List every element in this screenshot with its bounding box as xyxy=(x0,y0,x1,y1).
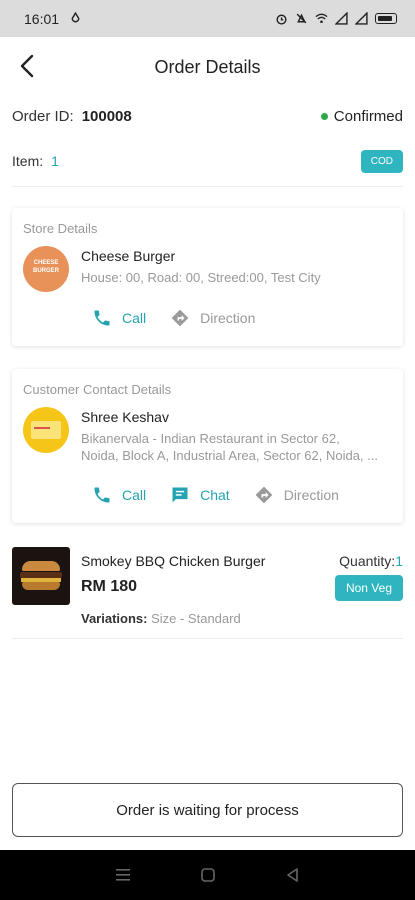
store-direction-button[interactable]: Direction xyxy=(170,308,255,328)
back-arrow-icon xyxy=(20,54,34,78)
store-name: Cheese Burger xyxy=(81,248,176,264)
store-logo: CHEESE BURGER xyxy=(23,246,69,292)
product-image xyxy=(12,547,70,605)
store-address: House: 00, Road: 00, Streed:00, Test Cit… xyxy=(81,270,321,285)
page-title: Order Details xyxy=(154,56,261,77)
customer-chat-label: Chat xyxy=(200,487,230,503)
customer-chat-button[interactable]: Chat xyxy=(170,485,230,505)
home-icon[interactable] xyxy=(200,867,216,883)
non-veg-badge: Non Veg xyxy=(334,575,403,601)
system-nav-bar xyxy=(0,850,415,900)
customer-call-button[interactable]: Call xyxy=(92,485,146,505)
store-call-label: Call xyxy=(122,310,147,326)
alarm-icon xyxy=(276,14,287,25)
store-logo-text-bottom: BURGER xyxy=(32,268,59,274)
phone-icon xyxy=(94,310,110,326)
customer-call-label: Call xyxy=(122,487,147,503)
recent-apps-icon[interactable] xyxy=(114,867,132,883)
store-details-card: Store Details CHEESE BURGER Cheese Burge… xyxy=(12,208,403,346)
status-time: 16:01 xyxy=(24,10,60,27)
divider xyxy=(12,186,403,187)
order-status-button[interactable]: Order is waiting for process xyxy=(12,783,403,837)
back-button[interactable] xyxy=(12,51,42,81)
product-quantity: Quantity:1 xyxy=(339,553,403,569)
customer-section-title: Customer Contact Details xyxy=(23,382,172,397)
product-variations: Variations: Size - Standard xyxy=(81,611,241,626)
store-call-button[interactable]: Call xyxy=(92,308,146,328)
variations-label: Variations: xyxy=(81,611,148,626)
direction-icon xyxy=(255,486,273,504)
divider xyxy=(12,638,403,639)
quantity-value: 1 xyxy=(395,553,403,569)
customer-direction-button[interactable]: Direction xyxy=(254,485,339,505)
signal-1-icon xyxy=(335,12,348,25)
order-status-button-label: Order is waiting for process xyxy=(116,801,299,819)
customer-address: Bikanervala - Indian Restaurant in Secto… xyxy=(81,430,391,464)
product-item: Smokey BBQ Chicken Burger RM 180 Quantit… xyxy=(12,545,403,637)
customer-contact-card: Customer Contact Details Shree Keshav Bi… xyxy=(12,369,403,523)
product-name: Smokey BBQ Chicken Burger xyxy=(81,553,266,569)
order-status-text: Confirmed xyxy=(333,107,403,125)
quantity-label: Quantity: xyxy=(339,553,396,569)
variations-value: Size - Standard xyxy=(151,611,241,626)
store-logo-text-top: CHEESE xyxy=(33,260,59,266)
item-label: Item: xyxy=(12,153,44,169)
order-status: Confirmed xyxy=(320,107,403,125)
customer-direction-label: Direction xyxy=(283,487,339,503)
customer-address-line1: Bikanervala - Indian Restaurant in Secto… xyxy=(81,431,340,446)
back-nav-icon[interactable] xyxy=(285,867,301,883)
item-row: Item: 1 COD xyxy=(12,148,403,174)
mute-icon xyxy=(296,13,307,24)
customer-address-line2: Noida, Block A, Industrial Area, Sector … xyxy=(81,448,378,463)
order-id-value: 100008 xyxy=(81,107,132,125)
sync-icon xyxy=(71,12,80,23)
direction-icon xyxy=(171,309,189,327)
battery-icon xyxy=(375,13,397,24)
order-id-label: Order ID: xyxy=(12,107,74,125)
status-dot-icon xyxy=(320,112,328,120)
store-section-title: Store Details xyxy=(23,221,98,236)
signal-2-icon xyxy=(355,12,368,25)
product-price: RM 180 xyxy=(81,578,138,595)
store-direction-label: Direction xyxy=(200,310,256,326)
item-count: 1 xyxy=(51,153,59,169)
customer-avatar xyxy=(23,407,69,453)
app-bar: Order Details xyxy=(0,37,415,97)
payment-method-badge: COD xyxy=(360,149,403,173)
wifi-icon xyxy=(315,13,328,24)
chat-icon xyxy=(172,487,188,503)
phone-icon xyxy=(94,487,110,503)
customer-actions: Call Chat Direction xyxy=(92,485,363,505)
status-bar: 16:01 xyxy=(0,0,415,37)
order-id-row: Order ID: 100008 Confirmed xyxy=(12,104,403,128)
customer-name: Shree Keshav xyxy=(81,409,169,425)
store-actions: Call Direction xyxy=(92,308,279,328)
